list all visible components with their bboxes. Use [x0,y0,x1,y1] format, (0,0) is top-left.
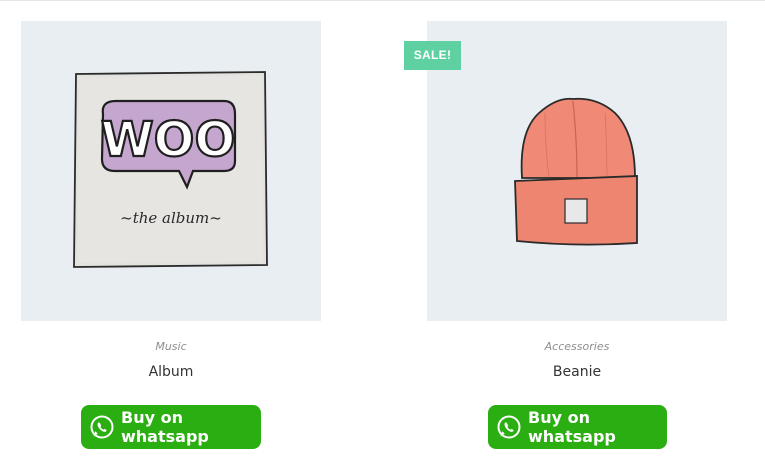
product-card-album: WOO ~the album~ Music Album Buy on whats… [21,21,321,449]
album-caption: ~the album~ [120,209,222,227]
product-category[interactable]: Music [21,340,321,353]
product-card-beanie: SALE! Accessories Beanie Buy on whatsapp [404,21,727,449]
product-image-beanie[interactable]: SALE! [404,21,727,321]
product-image-album[interactable]: WOO ~the album~ [21,21,321,321]
album-logo-text: WOO [101,112,236,168]
product-title[interactable]: Album [21,364,321,380]
button-label: Buy on whatsapp [528,408,616,446]
beanie-art [514,97,638,246]
product-category[interactable]: Accessories [427,340,727,353]
whatsapp-icon [497,415,521,439]
buy-on-whatsapp-button[interactable]: Buy on whatsapp [488,405,667,449]
album-art: WOO ~the album~ [73,71,268,268]
whatsapp-icon [90,415,114,439]
top-divider [0,0,765,1]
button-label: Buy on whatsapp [121,408,209,446]
sale-badge: SALE! [404,41,461,70]
buy-on-whatsapp-button[interactable]: Buy on whatsapp [81,405,261,449]
product-title[interactable]: Beanie [427,364,727,380]
